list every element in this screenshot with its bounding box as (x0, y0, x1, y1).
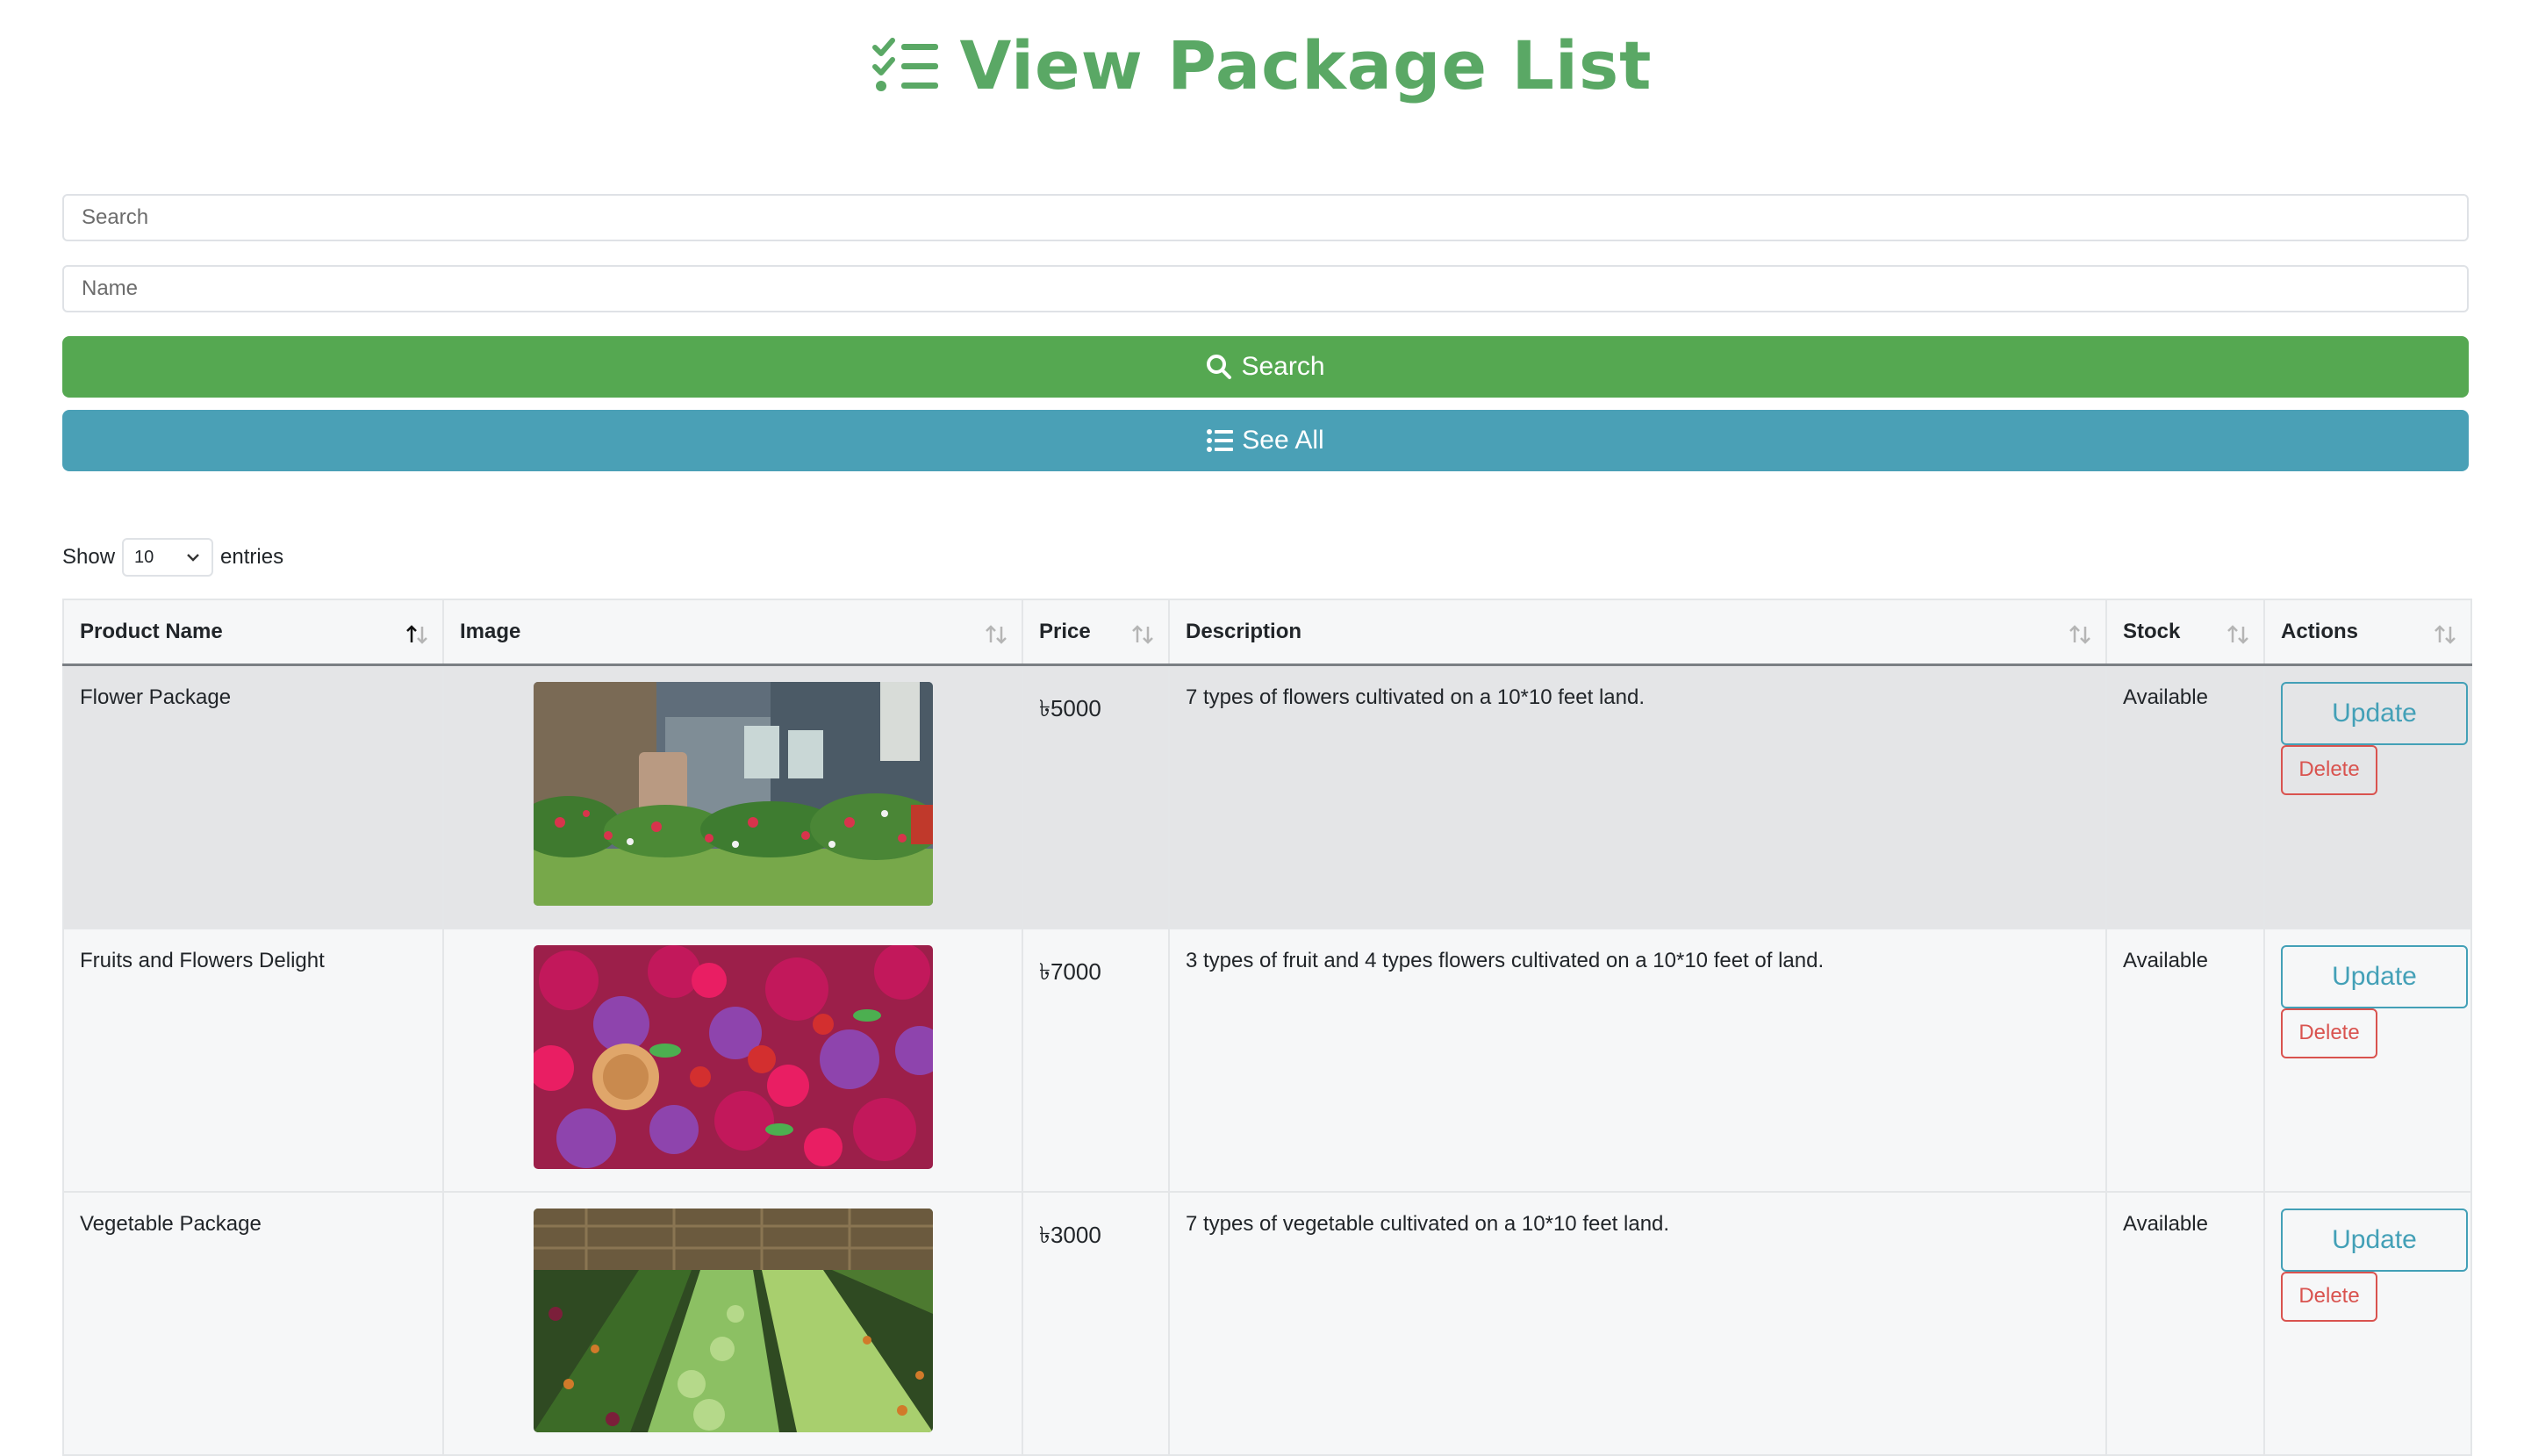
fruits-flowers-image (533, 944, 933, 1169)
product-name-cell: Vegetable Package (62, 1190, 444, 1456)
chevron-down-icon (187, 554, 199, 562)
description-cell: 3 types of fruit and 4 types flowers cul… (1168, 927, 2107, 1193)
price-cell: ৳5000 (1022, 663, 1170, 929)
image-cell (442, 663, 1023, 929)
table-header-row: Product Name Image Price Description Sto… (62, 599, 2472, 666)
update-button[interactable]: Update (2281, 681, 2468, 745)
list-icon (1207, 429, 1234, 452)
stock-cell: Available (2105, 1190, 2265, 1456)
entries-select[interactable]: 10 (122, 538, 214, 577)
actions-cell: Update Delete (2263, 927, 2472, 1193)
name-field[interactable] (62, 265, 2469, 312)
show-label: Show (62, 545, 116, 569)
sort-icon (986, 625, 1007, 644)
delete-button[interactable]: Delete (2281, 1008, 2377, 1058)
column-header-description[interactable]: Description (1168, 599, 2107, 666)
see-all-button-label: See All (1242, 426, 1324, 455)
price-cell: ৳7000 (1022, 927, 1170, 1193)
update-button[interactable]: Update (2281, 944, 2468, 1008)
column-header-label: Image (460, 619, 521, 643)
search-icon (1207, 355, 1232, 379)
page-header: View Package List (0, 26, 2524, 104)
entries-select-value: 10 (134, 547, 154, 567)
stock-cell: Available (2105, 663, 2265, 929)
image-cell (442, 927, 1023, 1193)
actions-cell: Update Delete (2263, 663, 2472, 929)
sort-icon (1132, 625, 1153, 644)
vegetable-package-image (533, 1208, 933, 1432)
sort-asc-icon (406, 625, 427, 644)
search-button-label: Search (1241, 352, 1325, 381)
column-header-actions[interactable]: Actions (2263, 599, 2472, 666)
column-header-label: Stock (2123, 619, 2181, 643)
column-header-product-name[interactable]: Product Name (62, 599, 444, 666)
sort-icon (2227, 625, 2248, 644)
search-button[interactable]: Search (62, 336, 2469, 398)
list-check-icon (872, 37, 939, 91)
column-header-stock[interactable]: Stock (2105, 599, 2265, 666)
name-input[interactable] (80, 276, 2451, 302)
table-row: Fruits and Flowers Delight ৳7000 3 types… (62, 927, 2472, 1193)
stock-cell: Available (2105, 927, 2265, 1193)
update-button[interactable]: Update (2281, 1208, 2468, 1272)
column-header-price[interactable]: Price (1022, 599, 1170, 666)
see-all-button[interactable]: See All (62, 410, 2469, 471)
entries-label: entries (220, 545, 284, 569)
column-header-label: Product Name (80, 619, 223, 643)
actions-cell: Update Delete (2263, 1190, 2472, 1456)
delete-button[interactable]: Delete (2281, 744, 2377, 795)
sort-icon (2069, 625, 2090, 644)
length-control: Show 10 entries (62, 537, 283, 577)
package-table: Product Name Image Price Description Sto… (62, 599, 2472, 1456)
column-header-label: Actions (2281, 619, 2359, 643)
table-row: Vegetable Package ৳3000 7 types of veget… (62, 1190, 2472, 1456)
description-cell: 7 types of flowers cultivated on a 10*10… (1168, 663, 2107, 929)
column-header-label: Description (1186, 619, 1302, 643)
sort-icon (2434, 625, 2456, 644)
product-name-cell: Fruits and Flowers Delight (62, 927, 444, 1193)
page-title: View Package List (959, 26, 1653, 104)
description-cell: 7 types of vegetable cultivated on a 10*… (1168, 1190, 2107, 1456)
column-header-image[interactable]: Image (442, 599, 1023, 666)
price-cell: ৳3000 (1022, 1190, 1170, 1456)
image-cell (442, 1190, 1023, 1456)
column-header-label: Price (1039, 619, 1091, 643)
delete-button[interactable]: Delete (2281, 1271, 2377, 1322)
flower-package-image (533, 681, 933, 906)
table-row: Flower Package ৳5000 7 types of flowers … (62, 663, 2472, 929)
search-input[interactable] (80, 204, 2451, 231)
search-field[interactable] (62, 194, 2469, 241)
product-name-cell: Flower Package (62, 663, 444, 929)
